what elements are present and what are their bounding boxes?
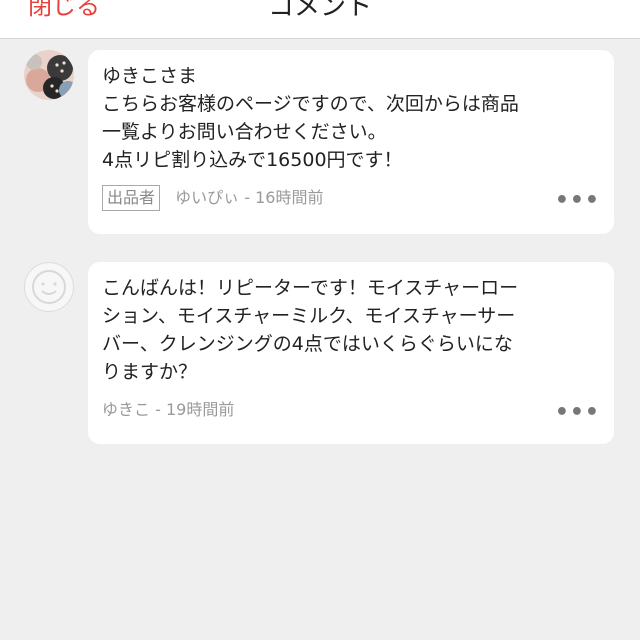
- comment-text: ゆきこさま こちらお客様のページですので、次回からは商品 一覧よりお問い合わせく…: [102, 65, 519, 171]
- page-title: コメント: [267, 0, 372, 22]
- comment-author[interactable]: ゆきこ: [102, 400, 150, 419]
- avatar[interactable]: [24, 50, 74, 100]
- comment-meta: 出品者 ゆいぴぃ - 16時間前 •••: [102, 184, 600, 218]
- seller-badge: 出品者: [102, 185, 161, 211]
- comment-time: 19時間前: [165, 400, 235, 419]
- comment-time: 16時間前: [255, 188, 324, 207]
- more-dots-icon[interactable]: •••: [555, 400, 600, 425]
- meta-separator: -: [155, 400, 166, 419]
- comment-bubble: こんばんは！リピーターです！モイスチャーロー ション、モイスチャーミルク、モイス…: [88, 262, 614, 444]
- avatar[interactable]: [24, 262, 74, 312]
- comment-bubble: ゆきこさま こちらお客様のページですので、次回からは商品 一覧よりお問い合わせく…: [88, 50, 614, 234]
- header-bar: 閉じる コメント: [0, 0, 640, 39]
- comment-meta: ゆきこ - 19時間前 •••: [102, 396, 600, 430]
- comment-author[interactable]: ゆいぴぃ: [175, 188, 239, 207]
- comment-text: こんばんは！リピーターです！モイスチャーロー ション、モイスチャーミルク、モイス…: [102, 277, 519, 383]
- meta-separator: -: [244, 188, 256, 207]
- more-dots-icon[interactable]: •••: [555, 188, 600, 213]
